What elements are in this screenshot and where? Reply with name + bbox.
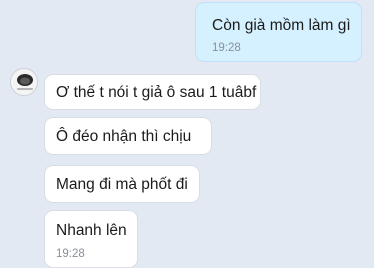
message-time: 19:28 <box>212 42 241 54</box>
message-text: Nhanh lên <box>56 222 127 239</box>
message-bubble-incoming[interactable]: Mang đi mà phốt đi <box>44 165 200 203</box>
message-bubble-incoming[interactable]: Nhanh lên 19:28 <box>44 210 138 268</box>
message-text: Mang đi mà phốt đi <box>56 176 188 193</box>
sender-avatar[interactable] <box>10 68 38 96</box>
chat-conversation: Còn già mồm làm gì 19:28 Ơ thế t nói t g… <box>0 0 374 268</box>
message-text: Ô đéo nhận thì chịu <box>56 128 192 145</box>
message-bubble-incoming[interactable]: Ô đéo nhận thì chịu <box>44 117 212 155</box>
message-time: 19:28 <box>56 248 85 260</box>
message-text: Ơ thế t nói t giả ô sau 1 tuâbf <box>56 84 257 101</box>
message-bubble-incoming[interactable]: Ơ thế t nói t giả ô sau 1 tuâbf <box>44 74 261 110</box>
message-bubble-outgoing[interactable]: Còn già mồm làm gì 19:28 <box>195 2 362 62</box>
avatar-image <box>11 69 37 95</box>
message-text: Còn già mồm làm gì <box>212 17 351 34</box>
